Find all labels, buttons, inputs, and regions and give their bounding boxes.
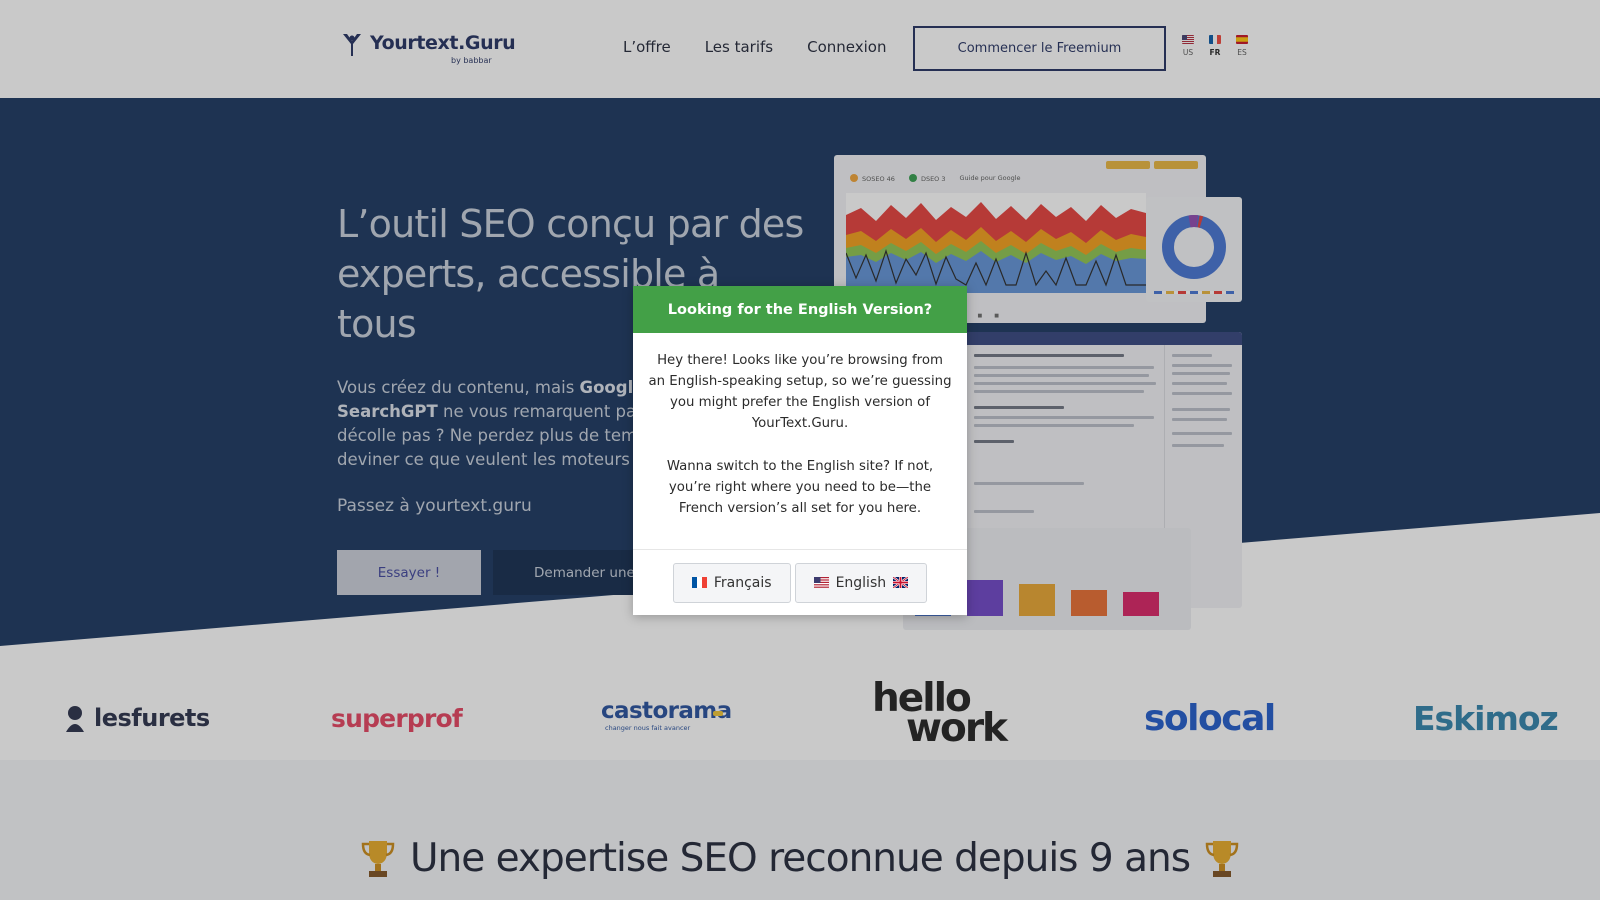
language-modal: Looking for the English Version? Hey the…	[633, 286, 967, 615]
us-flag-icon	[813, 577, 829, 588]
uk-flag-icon	[893, 577, 909, 588]
modal-paragraph: Wanna switch to the English site? If not…	[666, 459, 934, 516]
fr-flag-icon	[691, 577, 707, 588]
french-button[interactable]: Français	[672, 562, 791, 603]
english-button-label: English	[835, 574, 887, 591]
english-button[interactable]: English	[794, 562, 928, 603]
modal-paragraph: Hey there! Looks like you’re browsing fr…	[648, 353, 952, 431]
modal-footer: Français English	[633, 549, 967, 615]
french-button-label: Français	[713, 574, 772, 591]
modal-body: Hey there! Looks like you’re browsing fr…	[633, 333, 967, 549]
modal-title: Looking for the English Version?	[633, 286, 967, 333]
